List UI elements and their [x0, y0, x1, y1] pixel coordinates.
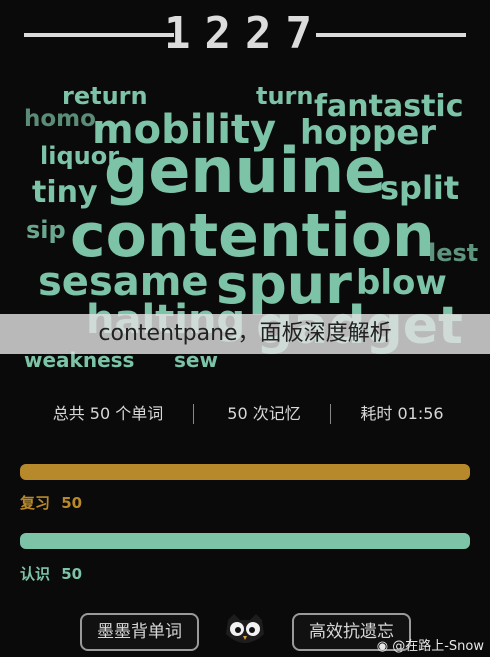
stat-divider	[330, 404, 331, 424]
review-progress-fill	[20, 464, 470, 480]
cloud-word: split	[380, 169, 460, 207]
cloud-word: sesame	[38, 259, 209, 305]
watermark: ◉ @在路上-Snow	[376, 639, 484, 654]
cloud-word: blow	[356, 263, 447, 303]
overlay-banner: contentpane，面板深度解析	[0, 314, 490, 354]
recognize-label: 认识 50	[20, 565, 83, 583]
cloud-word: homo	[24, 106, 96, 132]
stat-time: 耗时 01:56	[360, 404, 444, 423]
header-line-right	[316, 33, 466, 37]
cloud-word: turn	[256, 82, 314, 110]
stat-divider	[193, 404, 194, 424]
review-progress-track	[20, 464, 470, 480]
review-label: 复习 50	[20, 494, 83, 512]
momo-button[interactable]: 墨墨背单词	[80, 613, 199, 651]
owl-logo-icon	[226, 614, 264, 643]
weibo-icon: ◉	[376, 639, 389, 654]
review-count: 50	[61, 494, 83, 512]
recognize-progress-track	[20, 533, 470, 549]
cloud-word: sip	[26, 216, 66, 244]
stat-total: 总共 50 个单词	[52, 404, 164, 423]
recognize-progress-fill	[20, 533, 470, 549]
cloud-word: genuine	[104, 134, 387, 207]
cloud-word: return	[62, 82, 148, 110]
overlay-text: contentpane，面板深度解析	[98, 321, 392, 346]
stat-memorized: 50 次记忆	[227, 404, 301, 423]
recognize-count: 50	[61, 565, 83, 583]
cloud-word: lest	[428, 239, 479, 267]
